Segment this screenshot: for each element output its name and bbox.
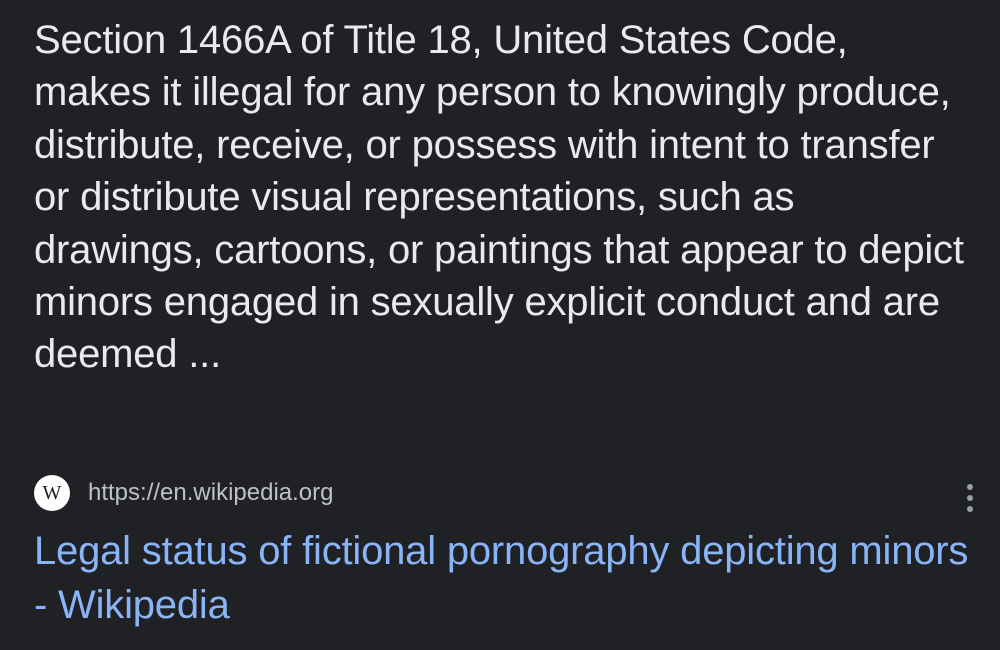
more-dot xyxy=(967,495,973,501)
result-snippet: Section 1466A of Title 18, United States… xyxy=(34,18,964,377)
source-url[interactable]: https://en.wikipedia.org xyxy=(88,477,333,509)
more-dot xyxy=(967,506,973,512)
favicon-letter: W xyxy=(42,482,62,504)
more-vert-icon[interactable] xyxy=(958,482,982,514)
more-dot xyxy=(967,484,973,490)
search-result-page: Section 1466A of Title 18, United States… xyxy=(0,0,1000,650)
result-source-row[interactable]: W https://en.wikipedia.org xyxy=(34,474,974,512)
result-title-link[interactable]: Legal status of fictional pornography de… xyxy=(34,524,984,632)
wikipedia-icon: W xyxy=(34,475,70,511)
